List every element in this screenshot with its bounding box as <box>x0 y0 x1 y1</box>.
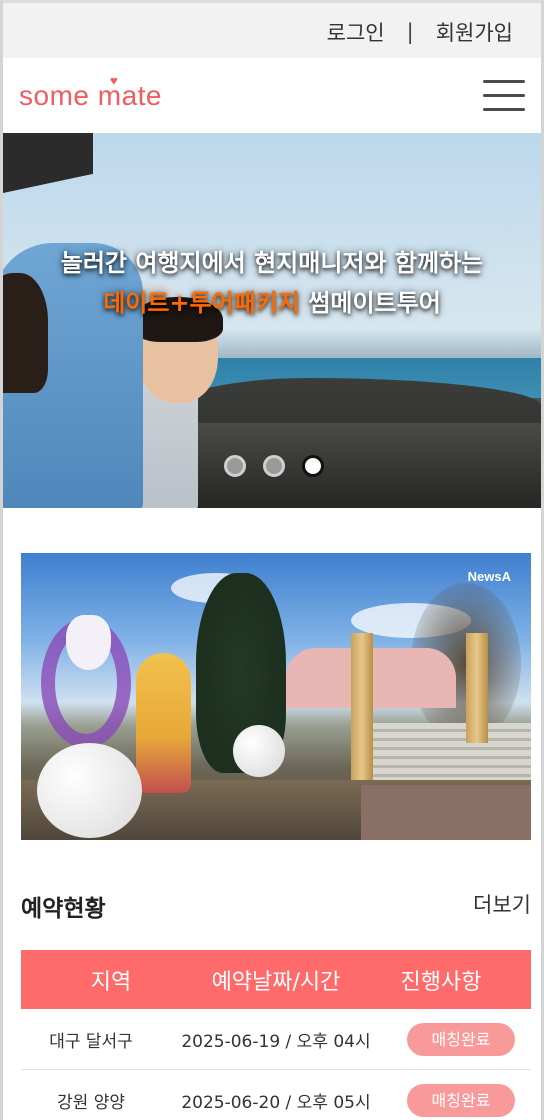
login-link[interactable]: 로그인 <box>327 17 385 47</box>
promo-path <box>361 785 531 840</box>
reservation-title: 예약현황 <box>21 896 106 922</box>
promo-rabbit <box>66 615 111 670</box>
menu-bar <box>483 80 525 83</box>
page-frame: 로그인 | 회원가입 some mate ♥ 놀러간 여행지에서 현지매니저와 … <box>0 0 544 1120</box>
table-row[interactable]: 강원 양양 2025-06-20 / 오후 05시 매칭완료 <box>21 1070 531 1120</box>
site-header: some mate ♥ <box>3 58 541 133</box>
row-status-cell: 매칭완료 <box>391 1022 531 1056</box>
auth-separator: | <box>406 20 414 44</box>
hero-caption-rest: 썸메이트투어 <box>299 289 441 317</box>
hero-banner[interactable]: 놀러간 여행지에서 현지매니저와 함께하는 데이트+투어패키지 썸메이트투어 <box>3 133 541 508</box>
promo-character-statue <box>136 653 191 793</box>
status-badge: 매칭완료 <box>407 1022 515 1056</box>
table-header: 지역 예약날짜/시간 진행사항 <box>21 950 531 1009</box>
menu-bar <box>483 94 525 97</box>
hamburger-menu-icon[interactable] <box>483 78 527 114</box>
logo[interactable]: some mate ♥ <box>19 73 162 112</box>
table-row[interactable]: 대구 달서구 2025-06-19 / 오후 04시 매칭완료 <box>21 1009 531 1070</box>
status-badge: 매칭완료 <box>407 1083 515 1117</box>
promo-egg-small <box>233 725 285 777</box>
slider-dots <box>224 455 341 477</box>
slider-dot-1[interactable] <box>224 455 246 477</box>
hero-caption-line1: 놀러간 여행지에서 현지매니저와 함께하는 <box>60 249 484 277</box>
promo-watermark: NewsA <box>467 569 511 584</box>
row-region: 대구 달서구 <box>49 1031 133 1052</box>
auth-links: 로그인 | 회원가입 <box>327 17 513 47</box>
promo-egg-large <box>37 743 142 838</box>
hero-caption-line2: 데이트+투어패키지 썸메이트투어 <box>3 283 541 318</box>
row-datetime: 2025-06-19 / 오후 04시 <box>181 1031 371 1052</box>
slider-dot-3[interactable] <box>302 455 324 477</box>
hero-caption-highlight: 데이트+투어패키지 <box>103 289 300 317</box>
promo-column <box>466 633 488 743</box>
row-region: 강원 양양 <box>57 1092 125 1113</box>
row-status-cell: 매칭완료 <box>391 1083 531 1117</box>
heart-icon: ♥ <box>110 73 119 88</box>
reservation-table: 지역 예약날짜/시간 진행사항 대구 달서구 2025-06-19 / 오후 0… <box>21 950 531 1120</box>
more-link[interactable]: 더보기 <box>473 889 531 919</box>
column-header-status: 진행사항 <box>400 969 482 995</box>
logo-text: some mate <box>19 80 162 111</box>
top-utility-bar: 로그인 | 회원가입 <box>3 0 541 58</box>
promo-column <box>351 633 373 783</box>
column-header-region: 지역 <box>90 969 132 995</box>
reservation-header: 예약현황 더보기 <box>21 885 531 925</box>
row-datetime: 2025-06-20 / 오후 05시 <box>181 1092 371 1113</box>
column-header-datetime: 예약날짜/시간 <box>211 969 341 995</box>
slider-dot-2[interactable] <box>263 455 285 477</box>
signup-link[interactable]: 회원가입 <box>436 17 513 47</box>
hero-roof <box>3 133 93 193</box>
menu-bar <box>483 108 525 111</box>
promo-image[interactable]: NewsA <box>21 553 531 840</box>
